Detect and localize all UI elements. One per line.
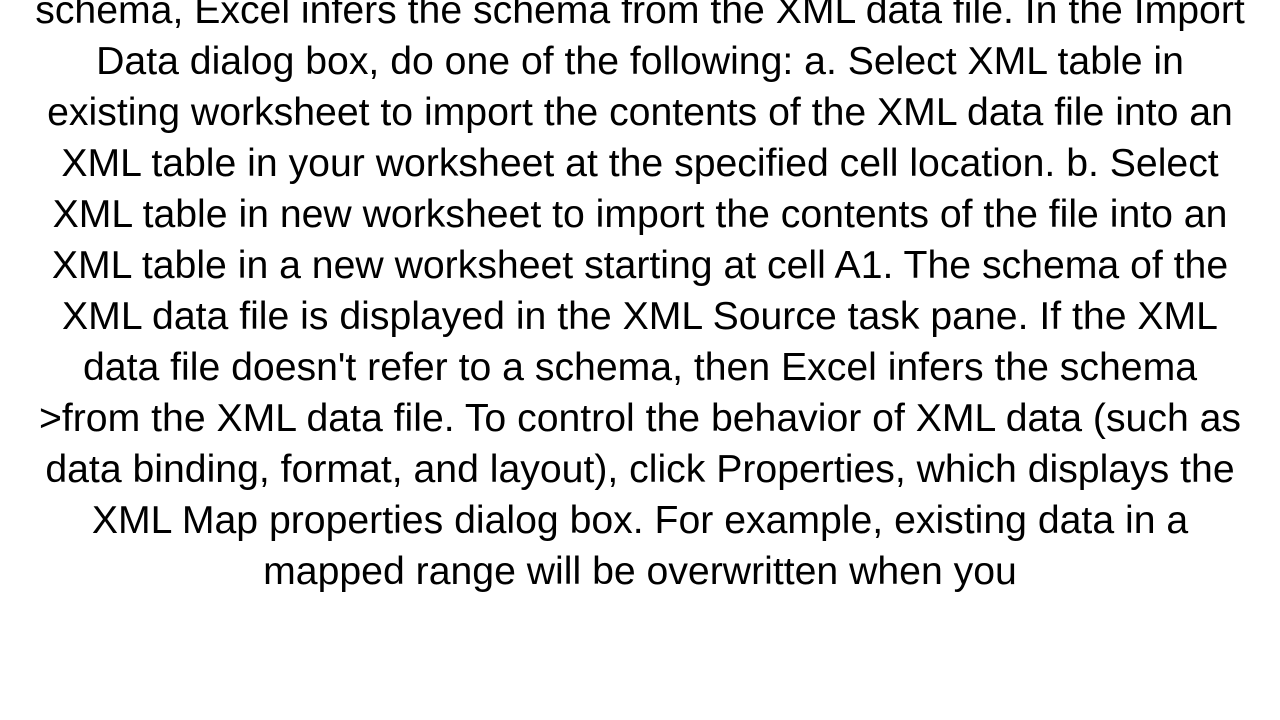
body-paragraph: want to import, and click Import. If the… [30,0,1250,597]
document-page: want to import, and click Import. If the… [0,0,1280,720]
